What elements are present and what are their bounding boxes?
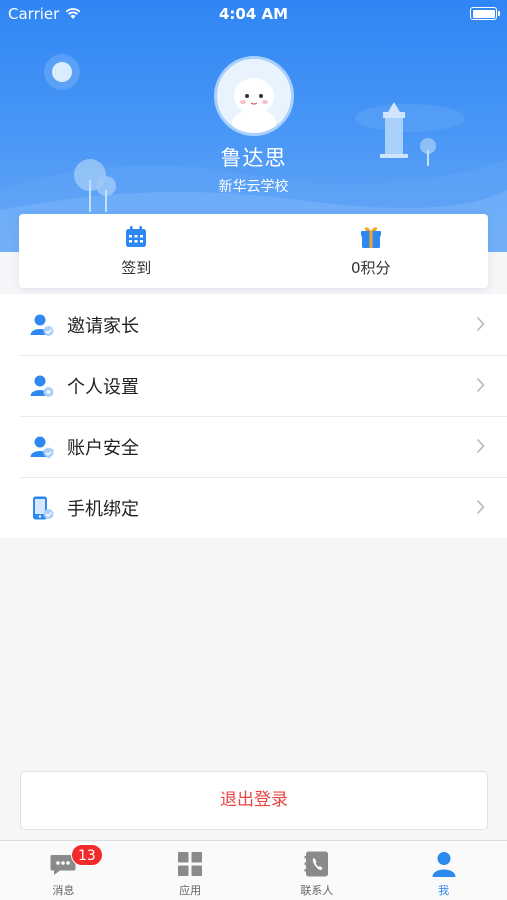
battery-icon (470, 7, 500, 20)
user-settings-icon (30, 375, 54, 397)
tab-label-contacts: 联系人 (300, 884, 334, 897)
chevron-right-icon (476, 316, 485, 332)
menu-item-personal-settings[interactable]: 个人设置 (0, 355, 507, 416)
avatar-face-icon (217, 59, 291, 133)
points-button[interactable]: 0积分 (254, 214, 489, 288)
calendar-icon (126, 226, 147, 247)
tab-bar: 消息 13 应用 联系人 我 (0, 840, 507, 900)
tab-contacts[interactable]: 联系人 (254, 841, 381, 900)
tab-label-messages: 消息 (52, 884, 75, 897)
menu-label-account-security: 账户安全 (67, 437, 139, 459)
school-name: 新华云学校 (218, 179, 289, 195)
gift-icon (360, 227, 381, 248)
menu-item-account-security[interactable]: 账户安全 (0, 416, 507, 477)
quick-actions-card: 签到 0积分 (19, 214, 488, 288)
phone-bind-icon (33, 496, 54, 519)
tab-me[interactable]: 我 (380, 841, 507, 900)
check-in-label: 签到 (121, 259, 152, 277)
points-label: 0积分 (350, 259, 391, 277)
avatar[interactable] (214, 56, 294, 136)
logout-button[interactable]: 退出登录 (20, 771, 488, 830)
tab-messages[interactable]: 消息 13 (0, 841, 127, 900)
unread-count-badge: 13 (71, 844, 103, 866)
chevron-right-icon (476, 499, 485, 515)
tab-apps[interactable]: 应用 (127, 841, 254, 900)
account-security-icon (30, 436, 54, 458)
menu-label-invite-parent: 邀请家长 (67, 315, 139, 337)
menu-item-invite-parent[interactable]: 邀请家长 (0, 294, 507, 355)
status-bar: Carrier 4:04 AM (0, 0, 507, 28)
tab-label-apps: 应用 (179, 884, 202, 897)
menu-item-phone-binding[interactable]: 手机绑定 (0, 477, 507, 538)
menu-label-phone-binding: 手机绑定 (67, 498, 139, 520)
user-name: 鲁达思 (220, 146, 287, 170)
contacts-icon (304, 851, 328, 877)
person-icon (432, 852, 456, 877)
chevron-right-icon (476, 377, 485, 393)
invite-parent-icon (30, 314, 54, 336)
apps-grid-icon (178, 852, 203, 876)
status-time: 4:04 AM (218, 5, 289, 23)
settings-menu: 邀请家长 个人设置 账户安全 手机绑定 (0, 294, 507, 538)
chevron-right-icon (476, 438, 485, 454)
check-in-button[interactable]: 签到 (19, 214, 254, 288)
tab-label-me: 我 (438, 884, 450, 897)
menu-label-personal-settings: 个人设置 (67, 376, 139, 398)
